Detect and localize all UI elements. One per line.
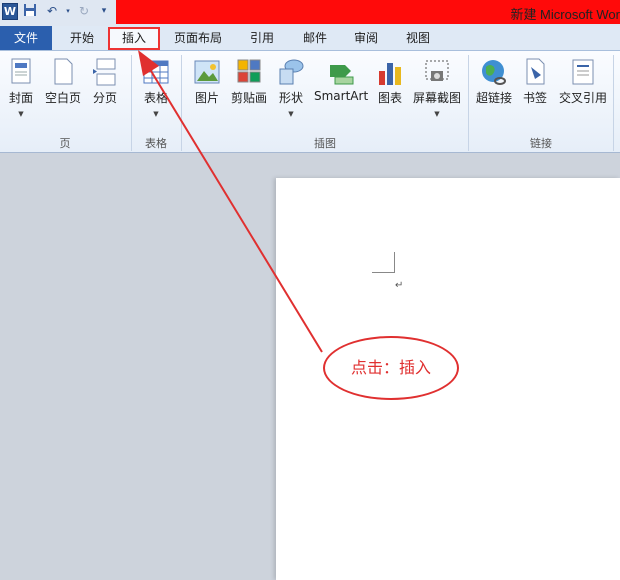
- watermark-url: jingyan.baidu.com: [488, 556, 569, 567]
- annotation-arrow: [138, 50, 323, 353]
- watermark-logo: Bai 经验: [480, 530, 557, 552]
- annotation-text: 点击：插入: [350, 358, 431, 377]
